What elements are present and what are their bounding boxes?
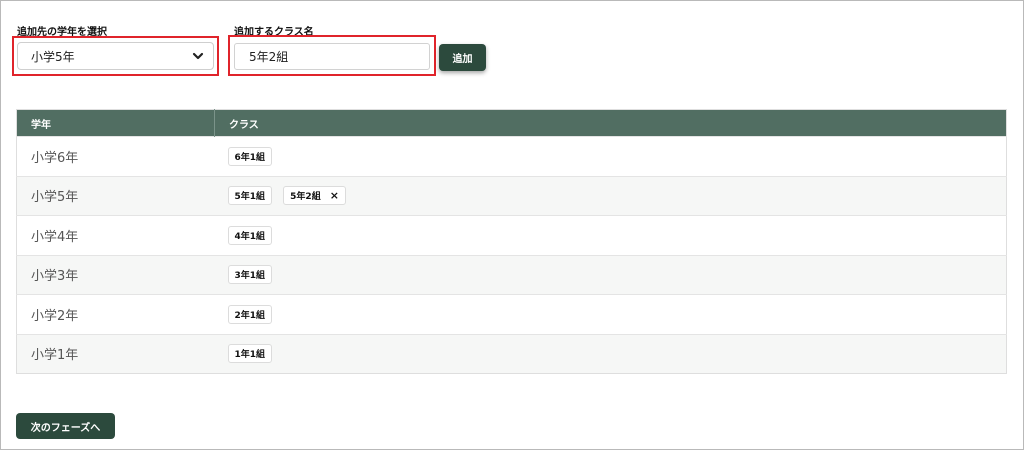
page-frame: 追加先の学年を選択 小学5年 追加するクラス名 5年2組 追加 学年 クラス 小… <box>0 0 1024 450</box>
table-row: 小学5年 5年1組 5年2組 × <box>16 175 1007 216</box>
class-cell: 5年1組 5年2組 × <box>214 175 1007 216</box>
class-cell: 6年1組 <box>214 136 1007 176</box>
grade-cell: 小学1年 <box>16 333 215 374</box>
grade-cell: 小学2年 <box>16 294 215 334</box>
class-chip: 6年1組 <box>227 146 273 166</box>
table-row: 小学4年 4年1組 <box>16 215 1007 255</box>
class-chip-label: 5年2組 <box>290 192 321 203</box>
class-chip: 1年1組 <box>227 344 273 364</box>
grade-cell: 小学6年 <box>16 136 215 176</box>
class-column-header: クラス <box>214 109 1007 137</box>
table-row: 小学6年 6年1組 <box>16 136 1007 176</box>
class-name-highlight: 5年2組 <box>228 35 436 76</box>
grade-column-header: 学年 <box>16 109 215 137</box>
grade-cell: 小学4年 <box>16 215 215 255</box>
grade-cell: 小学3年 <box>16 254 215 295</box>
grade-class-table: 学年 クラス 小学6年 6年1組 小学5年 5年1組 5年2組 × 小学4年 4… <box>16 109 1007 374</box>
class-chip: 2年1組 <box>227 304 273 324</box>
class-name-input[interactable]: 5年2組 <box>234 43 430 70</box>
table-row: 小学3年 3年1組 <box>16 254 1007 295</box>
chevron-down-icon <box>192 52 204 60</box>
grade-select-value: 小学5年 <box>31 49 75 64</box>
grade-cell: 小学5年 <box>16 175 215 216</box>
table-row: 小学2年 2年1組 <box>16 294 1007 334</box>
table-row: 小学1年 1年1組 <box>16 333 1007 374</box>
class-chip: 5年1組 <box>227 186 273 206</box>
grade-select-highlight: 小学5年 <box>12 36 219 76</box>
class-cell: 4年1組 <box>214 215 1007 255</box>
grade-select[interactable]: 小学5年 <box>17 42 214 70</box>
class-chip-removable: 5年2組 × <box>283 186 346 206</box>
class-cell: 1年1組 <box>214 333 1007 374</box>
class-cell: 2年1組 <box>214 294 1007 334</box>
close-icon[interactable]: × <box>330 189 339 202</box>
next-phase-button[interactable]: 次のフェーズへ <box>16 413 115 439</box>
class-chip: 3年1組 <box>227 265 273 285</box>
class-cell: 3年1組 <box>214 254 1007 295</box>
add-button[interactable]: 追加 <box>439 44 486 71</box>
class-chip: 4年1組 <box>227 225 273 245</box>
